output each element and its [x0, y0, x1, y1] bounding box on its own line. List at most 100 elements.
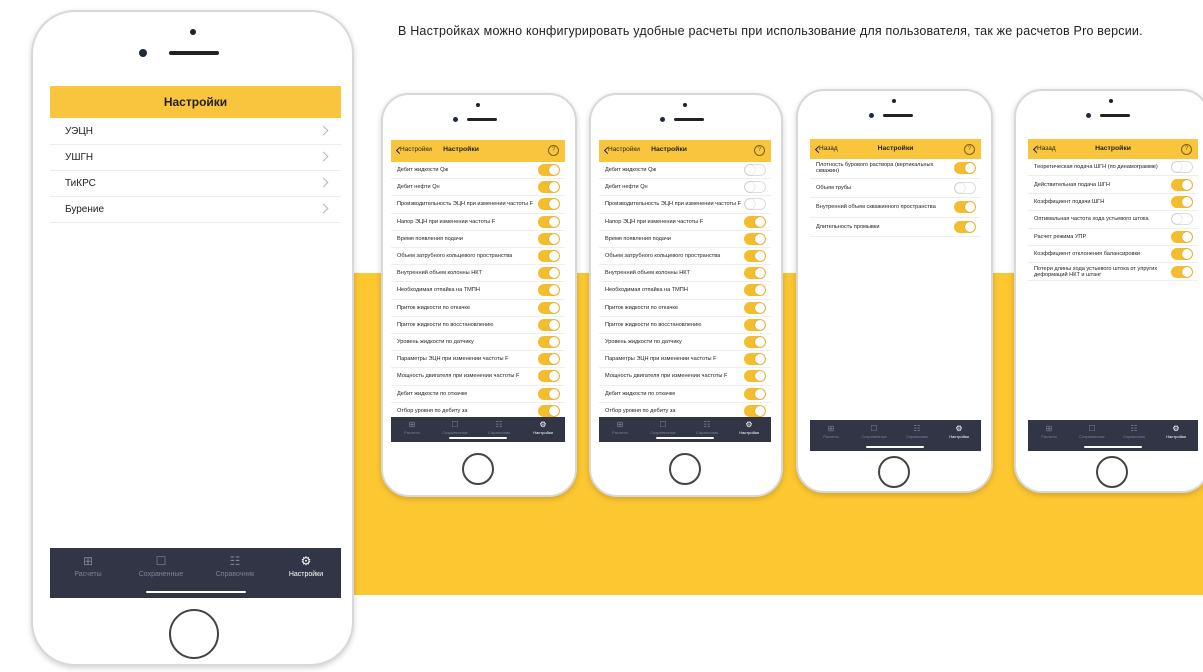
settings-item-burenie[interactable]: Бурение	[50, 197, 341, 223]
tab-spravochnik[interactable]: ☷ Справочник	[479, 420, 519, 435]
earpiece-speaker	[674, 118, 704, 121]
tab-raschety[interactable]: ⊞ Расчеты	[812, 424, 850, 439]
setting-toggle[interactable]	[744, 232, 766, 245]
setting-label: Напор ЭЦН при изменении частоты F	[397, 218, 496, 225]
setting-toggle[interactable]	[1171, 248, 1193, 261]
setting-toggle[interactable]	[1171, 195, 1193, 208]
tab-raschety[interactable]: ⊞ Расчеты	[1030, 424, 1068, 439]
tab-spravochnik[interactable]: ☷ Справочник	[897, 424, 937, 439]
setting-toggle[interactable]	[744, 198, 766, 211]
setting-toggle[interactable]	[538, 404, 560, 417]
tab-nastroiki[interactable]: ⚙ Настройки	[939, 424, 979, 439]
tab-sokhranennye[interactable]: ☐ Сохраненные	[643, 420, 683, 435]
help-icon[interactable]: ?	[548, 145, 559, 156]
setting-toggle[interactable]	[954, 181, 976, 194]
settings-item-ushgn[interactable]: УШГН	[50, 145, 341, 171]
tab-label: Справочник	[906, 434, 928, 439]
tab-label: Настройки	[533, 430, 553, 435]
home-button[interactable]	[1096, 456, 1128, 488]
setting-toggle[interactable]	[538, 215, 560, 228]
setting-label: Мощность двигателя при изменении частоты…	[397, 373, 520, 380]
setting-toggle[interactable]	[1171, 230, 1193, 243]
calculator-icon: ⊞	[1045, 424, 1053, 433]
setting-toggle[interactable]	[538, 387, 560, 400]
setting-row: Теоретическая подача ШГН (по динамограмм…	[1028, 159, 1198, 177]
calculator-icon: ⊞	[827, 424, 835, 433]
book-icon: ☷	[703, 420, 711, 429]
tab-sokhranennye[interactable]: ☐ Сохраненные	[854, 424, 894, 439]
setting-toggle[interactable]	[744, 387, 766, 400]
setting-toggle[interactable]	[538, 318, 560, 331]
setting-toggle[interactable]	[538, 164, 560, 177]
back-button[interactable]: Настройки	[608, 146, 640, 153]
setting-label: Время появления подачи	[605, 235, 671, 242]
tab-nastroiki[interactable]: ⚙ Настройки	[523, 420, 563, 435]
setting-label: Дебит жидкости по откачке	[605, 390, 676, 397]
tab-bar: ⊞ Расчеты ☐ Сохраненные ☷ Справочник ⚙ Настр…	[1028, 420, 1198, 451]
setting-toggle[interactable]	[744, 353, 766, 366]
back-button[interactable]: Настройки	[400, 146, 432, 153]
setting-toggle[interactable]	[744, 267, 766, 280]
tab-label: Сохраненные	[1079, 434, 1105, 439]
home-button[interactable]	[169, 609, 219, 659]
tab-sokhranennye[interactable]: ☐ Сохраненные	[1072, 424, 1112, 439]
help-icon[interactable]: ?	[754, 145, 765, 156]
setting-toggle[interactable]	[744, 404, 766, 417]
setting-toggle[interactable]	[538, 232, 560, 245]
tab-raschety[interactable]: ⊞ Расчеты	[601, 420, 639, 435]
setting-toggle[interactable]	[744, 215, 766, 228]
tab-raschety[interactable]: ⊞ Расчеты	[58, 554, 118, 578]
setting-toggle[interactable]	[1171, 213, 1193, 226]
tab-spravochnik[interactable]: ☷ Справочник	[204, 554, 266, 578]
setting-toggle[interactable]	[744, 318, 766, 331]
home-indicator	[449, 437, 507, 439]
help-icon[interactable]: ?	[1181, 144, 1192, 155]
setting-toggle[interactable]	[744, 164, 766, 177]
tab-bar: ⊞ Расчеты ☐ Сохраненные ☷ Справочник ⚙ Настр…	[599, 417, 771, 442]
setting-toggle[interactable]	[1171, 161, 1193, 174]
setting-label: Приток жидкости по откачке	[605, 304, 678, 311]
bookmark-icon: ☐	[451, 420, 459, 429]
setting-toggle[interactable]	[538, 353, 560, 366]
settings-item-tikrs[interactable]: ТиКРС	[50, 171, 341, 197]
home-button[interactable]	[669, 453, 701, 485]
setting-toggle[interactable]	[538, 181, 560, 194]
home-button[interactable]	[462, 453, 494, 485]
setting-row: Дебит жидкости Qж	[599, 162, 771, 180]
setting-toggle[interactable]	[744, 181, 766, 194]
setting-row: Действительная подача ШГН	[1028, 176, 1198, 194]
tab-raschety[interactable]: ⊞ Расчеты	[393, 420, 431, 435]
home-indicator	[656, 437, 714, 439]
setting-toggle[interactable]	[538, 198, 560, 211]
tab-sokhranennye[interactable]: ☐ Сохраненные	[130, 554, 192, 578]
setting-toggle[interactable]	[744, 284, 766, 297]
setting-toggle[interactable]	[538, 250, 560, 263]
setting-toggle[interactable]	[744, 250, 766, 263]
setting-toggle[interactable]	[538, 267, 560, 280]
help-icon[interactable]: ?	[964, 144, 975, 155]
setting-toggle[interactable]	[954, 201, 976, 214]
setting-label: Дебит нефти Qн	[397, 184, 440, 191]
setting-toggle[interactable]	[954, 162, 976, 175]
tab-nastroiki[interactable]: ⚙ Настройки	[729, 420, 769, 435]
setting-toggle[interactable]	[744, 370, 766, 383]
setting-toggle[interactable]	[538, 336, 560, 349]
settings-item-uecn[interactable]: УЭЦН	[50, 119, 341, 145]
setting-row: Дебит жидкости по откачке	[391, 386, 565, 403]
setting-toggle[interactable]	[538, 301, 560, 314]
tab-sokhranennye[interactable]: ☐ Сохраненные	[435, 420, 475, 435]
tab-spravochnik[interactable]: ☷ Справочник	[1114, 424, 1154, 439]
tab-label: Расчеты	[1041, 434, 1057, 439]
setting-toggle[interactable]	[538, 284, 560, 297]
setting-toggle[interactable]	[744, 336, 766, 349]
setting-toggle[interactable]	[744, 301, 766, 314]
bookmark-icon: ☐	[870, 424, 878, 433]
setting-toggle[interactable]	[1171, 265, 1193, 278]
home-button[interactable]	[878, 456, 910, 488]
setting-toggle[interactable]	[1171, 178, 1193, 191]
tab-nastroiki[interactable]: ⚙ Настройки	[276, 554, 336, 578]
tab-nastroiki[interactable]: ⚙ Настройки	[1156, 424, 1196, 439]
setting-toggle[interactable]	[538, 370, 560, 383]
setting-toggle[interactable]	[954, 220, 976, 233]
tab-spravochnik[interactable]: ☷ Справочник	[687, 420, 727, 435]
